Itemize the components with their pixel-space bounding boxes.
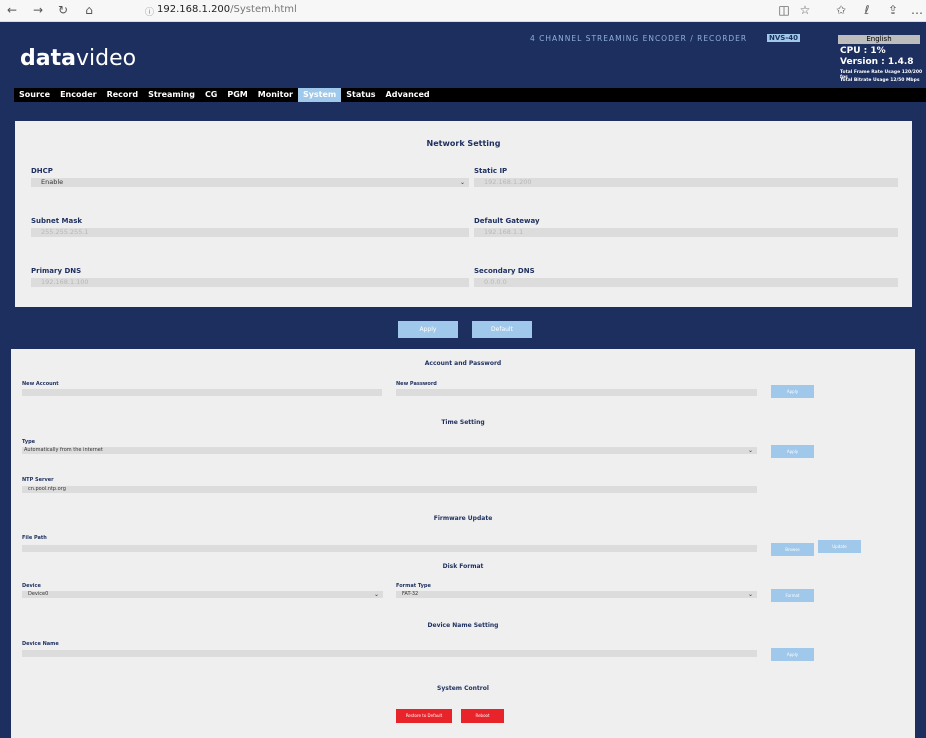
time-title: Time Setting bbox=[441, 419, 485, 426]
chevron-down-icon: ⌄ bbox=[459, 179, 465, 186]
model-badge: NVS-40 bbox=[767, 34, 800, 42]
format-type-label: Format Type bbox=[396, 583, 431, 589]
gateway-label: Default Gateway bbox=[474, 217, 540, 225]
address-bar[interactable]: 192.168.1.200/System.html bbox=[157, 4, 297, 15]
back-icon[interactable]: ← bbox=[4, 3, 20, 17]
restore-default-button[interactable]: Restore to Default bbox=[396, 709, 452, 723]
version-text: Version : 1.4.8 bbox=[840, 57, 914, 67]
device-select[interactable]: Device0 ⌄ bbox=[22, 591, 383, 598]
menu-system[interactable]: System bbox=[297, 88, 342, 102]
file-path-label: File Path bbox=[22, 535, 47, 541]
browser-toolbar: ← → ↻ ⌂ ⓘ 192.168.1.200/System.html ◫ ☆ … bbox=[0, 0, 926, 22]
menu-pgm[interactable]: PGM bbox=[222, 88, 252, 102]
dhcp-label: DHCP bbox=[31, 167, 53, 175]
device-value: Device0 bbox=[28, 591, 49, 597]
menu-record[interactable]: Record bbox=[102, 88, 144, 102]
chevron-down-icon: ⌄ bbox=[747, 591, 753, 598]
language-select[interactable]: English bbox=[838, 35, 920, 44]
dhcp-value: Enable bbox=[41, 178, 64, 186]
time-type-label: Type bbox=[22, 439, 36, 445]
logo-bold: data bbox=[20, 46, 76, 71]
static-ip-label: Static IP bbox=[474, 167, 508, 175]
network-default-button[interactable]: Default bbox=[472, 321, 532, 338]
ntp-field[interactable]: cn.pool.ntp.org bbox=[22, 486, 757, 493]
refresh-icon[interactable]: ↻ bbox=[55, 3, 71, 17]
network-setting-panel: Network Setting DHCP Enable ⌄ Static IP 1… bbox=[15, 121, 912, 307]
subnet-label: Subnet Mask bbox=[31, 217, 83, 225]
menu-streaming[interactable]: Streaming bbox=[143, 88, 200, 102]
new-account-label: New Account bbox=[22, 381, 59, 387]
bitrate-usage: Total Bitrate Usage 12/50 Mbps bbox=[840, 78, 920, 83]
primary-dns-label: Primary DNS bbox=[31, 267, 82, 275]
site-info-icon[interactable]: ⓘ bbox=[145, 5, 154, 18]
network-title: Network Setting bbox=[426, 139, 501, 148]
cpu-usage: CPU : 1% bbox=[840, 46, 886, 56]
account-apply-button[interactable]: Apply bbox=[771, 385, 814, 398]
secondary-dns-label: Secondary DNS bbox=[474, 267, 535, 275]
new-account-field[interactable] bbox=[22, 389, 382, 396]
device-name-apply-button[interactable]: Apply bbox=[771, 648, 814, 661]
share-icon[interactable]: ⇪ bbox=[884, 3, 902, 17]
time-type-select[interactable]: Automatically from the internet ⌄ bbox=[22, 447, 757, 454]
menu-monitor[interactable]: Monitor bbox=[253, 88, 298, 102]
logo-light: video bbox=[75, 46, 137, 71]
device-label: Device bbox=[22, 583, 41, 589]
device-name-field[interactable] bbox=[22, 650, 757, 657]
secondary-dns-field[interactable]: 0.0.0.0 bbox=[474, 278, 898, 287]
format-type-value: FAT-32 bbox=[402, 591, 419, 597]
product-subtitle: 4 CHANNEL STREAMING ENCODER / RECORDER bbox=[530, 34, 748, 43]
system-control-title: System Control bbox=[437, 685, 489, 692]
forward-icon[interactable]: → bbox=[30, 3, 46, 17]
chevron-down-icon: ⌄ bbox=[747, 447, 753, 454]
account-title: Account and Password bbox=[424, 360, 502, 367]
new-password-field[interactable] bbox=[396, 389, 757, 396]
subnet-field[interactable]: 255.255.255.1 bbox=[31, 228, 469, 237]
url-host: 192.168.1.200 bbox=[157, 4, 231, 15]
header: datavideo 4 CHANNEL STREAMING ENCODER / … bbox=[0, 22, 926, 88]
menu-advanced[interactable]: Advanced bbox=[381, 88, 435, 102]
menu-encoder[interactable]: Encoder bbox=[55, 88, 102, 102]
firmware-title: Firmware Update bbox=[433, 515, 493, 522]
reboot-button[interactable]: Reboot bbox=[461, 709, 504, 723]
home-icon[interactable]: ⌂ bbox=[81, 3, 97, 17]
file-path-field[interactable] bbox=[22, 545, 757, 552]
browse-button[interactable]: Browse bbox=[771, 543, 814, 556]
menu-status[interactable]: Status bbox=[341, 88, 380, 102]
primary-dns-field[interactable]: 192.168.1.100 bbox=[31, 278, 469, 287]
disk-format-title: Disk Format bbox=[442, 563, 484, 570]
system-settings-panel: Account and Password New Account New Pas… bbox=[11, 349, 915, 738]
network-apply-button[interactable]: Apply bbox=[398, 321, 458, 338]
format-type-select[interactable]: FAT-32 ⌄ bbox=[396, 591, 757, 598]
dhcp-select[interactable]: Enable ⌄ bbox=[31, 178, 469, 187]
more-icon[interactable]: … bbox=[908, 3, 926, 17]
menu-bar-fill bbox=[436, 88, 926, 102]
time-type-value: Automatically from the internet bbox=[24, 447, 103, 453]
reader-icon[interactable]: ◫ bbox=[775, 3, 793, 17]
new-password-label: New Password bbox=[396, 381, 437, 387]
update-button[interactable]: Update bbox=[818, 540, 861, 553]
star-icon[interactable]: ☆ bbox=[796, 3, 814, 17]
gateway-field[interactable]: 192.168.1.1 bbox=[474, 228, 898, 237]
favorites-icon[interactable]: ✩ bbox=[832, 3, 850, 17]
chevron-down-icon: ⌄ bbox=[373, 591, 379, 598]
menu-cg[interactable]: CG bbox=[200, 88, 222, 102]
url-path: /System.html bbox=[230, 4, 297, 15]
time-apply-button[interactable]: Apply bbox=[771, 445, 814, 458]
format-button[interactable]: Format bbox=[771, 589, 814, 602]
static-ip-field[interactable]: 192.168.1.200 bbox=[474, 178, 898, 187]
main-menu: Source Encoder Record Streaming CG PGM M… bbox=[14, 88, 436, 102]
device-name-title: Device Name Setting bbox=[427, 622, 499, 629]
logo: datavideo bbox=[20, 46, 136, 71]
ntp-label: NTP Server bbox=[22, 477, 54, 483]
menu-source[interactable]: Source bbox=[14, 88, 55, 102]
profile-icon[interactable]: ℓ bbox=[858, 3, 876, 17]
device-name-label: Device Name bbox=[22, 641, 59, 647]
